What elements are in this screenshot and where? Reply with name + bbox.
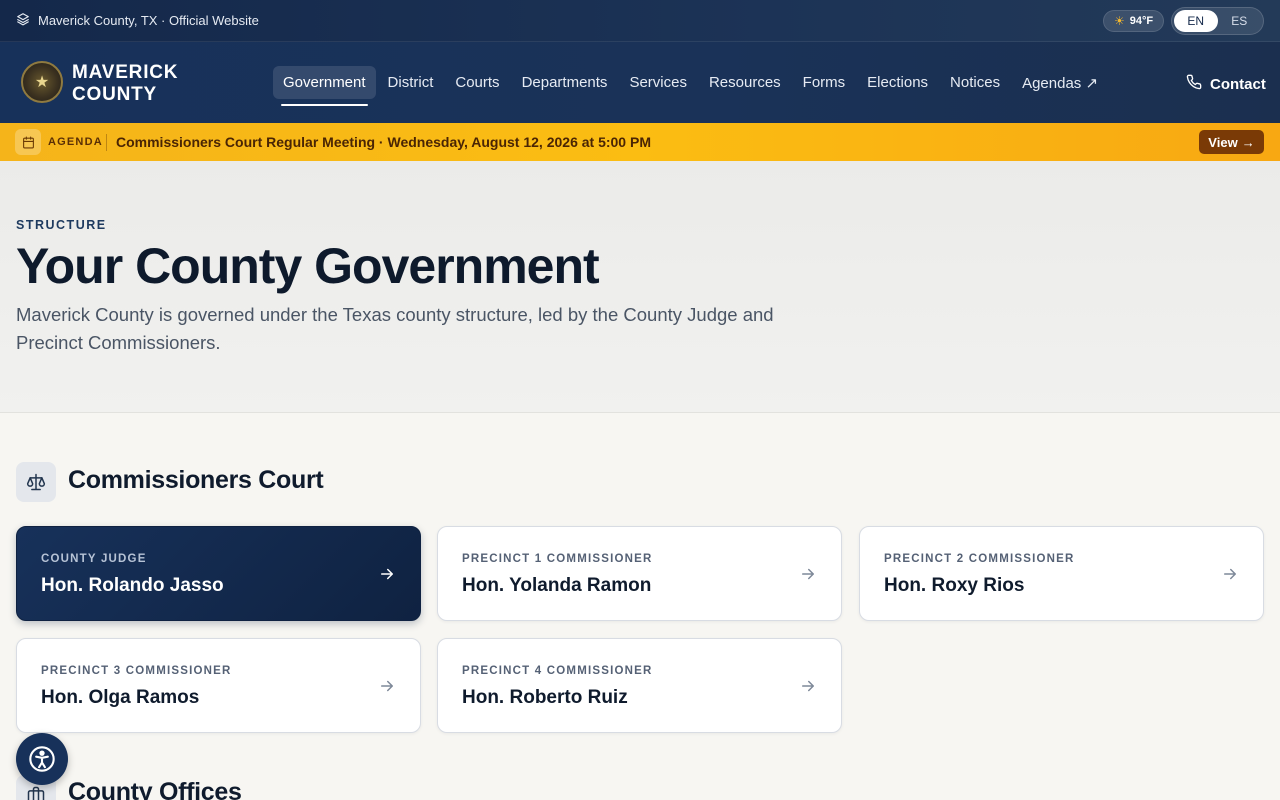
banner-view-button[interactable]: View → (1199, 130, 1264, 154)
nav-services[interactable]: Services (619, 66, 697, 99)
layers-icon (16, 12, 30, 29)
official-name: Hon. Roxy Rios (884, 575, 1025, 596)
weather-temp: 94°F (1129, 15, 1154, 27)
arrow-right-icon (802, 568, 814, 580)
view-label: View (1208, 134, 1238, 150)
accessibility-icon (29, 746, 55, 772)
nav-resources[interactable]: Resources (699, 66, 791, 99)
hero-eyebrow: STRUCTURE (16, 218, 107, 232)
section-title-commissioners: Commissioners Court (68, 466, 324, 494)
arrow-right-icon (381, 680, 393, 692)
page-title: Your County Government (16, 238, 600, 294)
scale-icon (16, 462, 56, 502)
section-title-county-offices: County Offices (68, 778, 242, 800)
banner-meeting-text[interactable]: Commissioners Court Regular Meeting · We… (116, 134, 651, 150)
utility-bar: Maverick County, TX · Official Website ☀… (0, 0, 1280, 42)
banner-tag: AGENDA (48, 136, 103, 148)
phone-icon (1186, 74, 1202, 94)
nav-district[interactable]: District (378, 66, 444, 99)
official-name: Hon. Roberto Ruiz (462, 687, 628, 708)
language-es-button[interactable]: ES (1218, 10, 1262, 32)
official-name: Hon. Olga Ramos (41, 687, 200, 708)
agenda-banner: AGENDA Commissioners Court Regular Meeti… (0, 123, 1280, 161)
arrow-right-icon (802, 680, 814, 692)
official-card-precinct-4[interactable]: PRECINCT 4 COMMISSIONER Hon. Roberto Rui… (437, 638, 842, 733)
brand-name[interactable]: MAVERICK COUNTY (72, 62, 178, 106)
nav-agendas[interactable]: Agendas ↗ (1012, 66, 1108, 99)
contact-label: Contact (1210, 75, 1266, 93)
official-name: Hon. Rolando Jasso (41, 575, 224, 596)
weather-widget: ☀ 94°F (1103, 10, 1164, 32)
nav-notices[interactable]: Notices (940, 66, 1010, 99)
nav-departments[interactable]: Departments (512, 66, 618, 99)
official-card-precinct-1[interactable]: PRECINCT 1 COMMISSIONER Hon. Yolanda Ram… (437, 526, 842, 621)
brand-line-1: MAVERICK (72, 62, 179, 83)
nav-government[interactable]: Government (273, 66, 376, 106)
primary-nav: Government District Courts Departments S… (273, 66, 1110, 106)
official-name: Hon. Yolanda Ramon (462, 575, 652, 596)
language-switcher: EN ES (1171, 7, 1264, 35)
sun-icon: ☀ (1113, 14, 1125, 28)
nav-elections[interactable]: Elections (857, 66, 938, 99)
official-role: PRECINCT 4 COMMISSIONER (462, 665, 653, 677)
official-card-precinct-2[interactable]: PRECINCT 2 COMMISSIONER Hon. Roxy Rios (859, 526, 1264, 621)
nav-forms[interactable]: Forms (793, 66, 856, 99)
calendar-icon (15, 129, 41, 155)
hero-section: STRUCTURE Your County Government Maveric… (0, 161, 1280, 413)
official-card-precinct-3[interactable]: PRECINCT 3 COMMISSIONER Hon. Olga Ramos (16, 638, 421, 733)
county-seal-logo[interactable]: ★ (21, 61, 63, 103)
arrow-right-icon (1224, 568, 1236, 580)
site-identity[interactable]: Maverick County, TX · Official Website (16, 12, 259, 29)
official-role: COUNTY JUDGE (41, 553, 147, 565)
brand-line-2: COUNTY (72, 84, 158, 105)
nav-courts[interactable]: Courts (445, 66, 509, 99)
main-header: ★ MAVERICK COUNTY Government District Co… (0, 42, 1280, 123)
arrow-right-icon (381, 568, 393, 580)
banner-divider (106, 134, 107, 151)
official-card-county-judge[interactable]: COUNTY JUDGE Hon. Rolando Jasso (16, 526, 421, 621)
hero-description: Maverick County is governed under the Te… (16, 304, 774, 353)
official-role: PRECINCT 2 COMMISSIONER (884, 553, 1075, 565)
site-label: Maverick County, TX · Official Website (38, 13, 259, 28)
official-role: PRECINCT 1 COMMISSIONER (462, 553, 653, 565)
arrow-right-icon: → (1241, 134, 1255, 150)
contact-link[interactable]: Contact (1186, 74, 1266, 94)
language-en-button[interactable]: EN (1174, 10, 1218, 32)
official-role: PRECINCT 3 COMMISSIONER (41, 665, 232, 677)
accessibility-button[interactable] (16, 733, 68, 785)
